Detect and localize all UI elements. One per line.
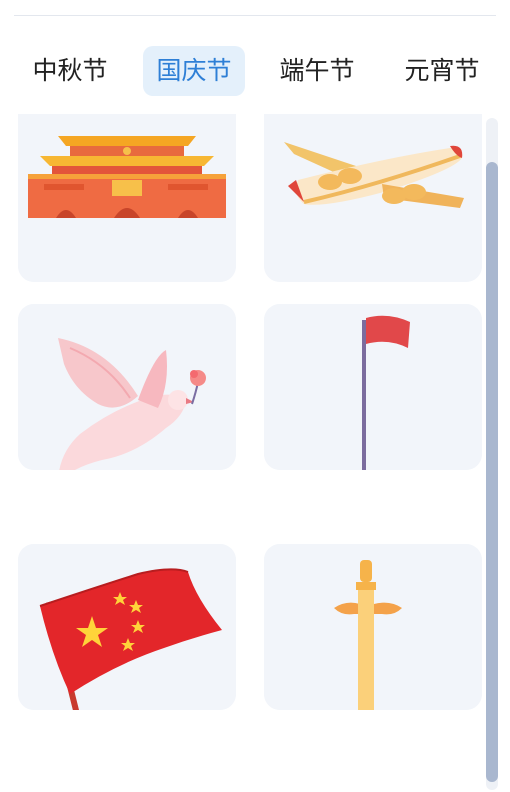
- china-flag-icon: [18, 544, 236, 710]
- sticker-grid: [0, 112, 510, 792]
- tab-dragon-boat[interactable]: 端午节: [267, 46, 367, 96]
- sticker-card[interactable]: [264, 544, 482, 710]
- flagpole-icon: [264, 304, 482, 470]
- sticker-card[interactable]: [18, 114, 236, 282]
- sticker-card[interactable]: [264, 304, 482, 470]
- tab-lantern[interactable]: 元宵节: [392, 46, 492, 96]
- tab-mid-autumn[interactable]: 中秋节: [20, 46, 120, 96]
- sticker-card[interactable]: [18, 544, 236, 710]
- huabiao-pillar-icon: [264, 544, 482, 710]
- sticker-card[interactable]: [264, 114, 482, 282]
- festival-tabs: 中秋节 国庆节 端午节 元宵节: [0, 46, 510, 98]
- tab-national-day[interactable]: 国庆节: [143, 46, 245, 96]
- tiananmen-gate-icon: [18, 114, 236, 282]
- airplane-icon: [264, 114, 482, 282]
- peace-dove-icon: [18, 304, 236, 470]
- top-divider: [14, 15, 496, 16]
- scrollbar-thumb[interactable]: [486, 162, 498, 782]
- sticker-card[interactable]: [18, 304, 236, 470]
